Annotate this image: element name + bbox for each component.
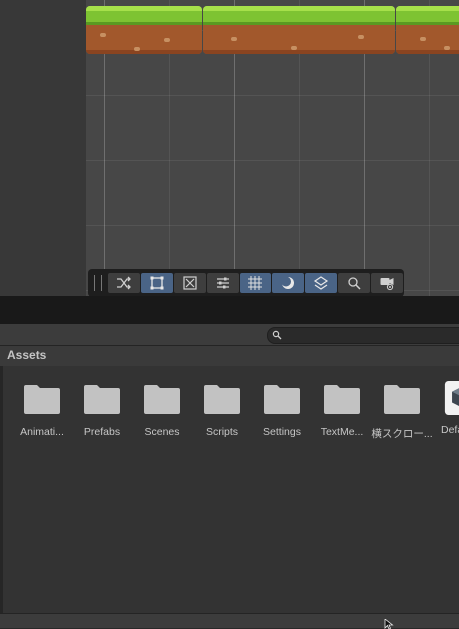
grid-snap-icon — [248, 276, 263, 290]
asset-folder-textmesh[interactable]: TextMe... — [310, 383, 374, 438]
folder-icon — [264, 385, 300, 414]
asset-label: Animati... — [20, 426, 64, 438]
sliders-icon — [216, 277, 229, 289]
asset-label: Settings — [263, 426, 301, 438]
asset-folder-side-scroll[interactable]: 横スクロー... — [370, 383, 434, 441]
rect-tool-button[interactable] — [140, 273, 173, 293]
asset-folder-scenes[interactable]: Scenes — [130, 383, 194, 438]
asset-folder-scripts[interactable]: Scripts — [190, 383, 254, 438]
asset-label: Scripts — [205, 426, 239, 438]
moon-icon — [281, 276, 295, 289]
drag-handle[interactable] — [94, 275, 102, 291]
search-icon — [272, 330, 282, 340]
assets-grid: Animati... Prefabs Scenes Scripts Settin… — [0, 366, 459, 613]
breadcrumb: Assets — [0, 346, 459, 366]
asset-label: Defa — [441, 424, 459, 436]
shuffle-icon — [116, 276, 131, 290]
folder-icon — [144, 385, 180, 414]
ground-tile[interactable] — [203, 6, 395, 54]
breadcrumb-assets[interactable]: Assets — [7, 348, 46, 362]
scene-view[interactable] — [86, 0, 459, 296]
layers-icon — [314, 276, 329, 290]
asset-folder-settings[interactable]: Settings — [250, 383, 314, 438]
camera-eye-icon — [380, 278, 394, 291]
project-toolbar — [0, 324, 459, 346]
search-icon — [348, 277, 361, 290]
shuffle-button[interactable] — [107, 273, 140, 293]
asset-folder-prefabs[interactable]: Prefabs — [70, 383, 134, 438]
ground-tile[interactable] — [86, 6, 202, 54]
ground-tile[interactable] — [396, 6, 459, 54]
transform-icon — [183, 276, 197, 290]
asset-folder-animation[interactable]: Animati... — [10, 383, 74, 438]
moon-button[interactable] — [272, 273, 305, 293]
asset-label: 横スクロー... — [371, 428, 433, 440]
search-button[interactable] — [338, 273, 371, 293]
left-panel-edge — [0, 366, 3, 627]
folder-icon — [384, 385, 420, 414]
transform-button[interactable] — [173, 273, 206, 293]
panel-divider — [0, 296, 459, 324]
asset-label: TextMe... — [320, 426, 364, 438]
layers-button[interactable] — [305, 273, 338, 293]
folder-icon — [324, 385, 360, 414]
folder-icon — [204, 385, 240, 414]
mouse-cursor-icon — [384, 619, 394, 629]
project-search-input[interactable] — [267, 327, 459, 344]
folder-icon — [24, 385, 60, 414]
asset-default-cube[interactable]: Defa — [430, 381, 459, 436]
camera-button[interactable] — [371, 273, 403, 293]
rect-tool-icon — [150, 276, 164, 290]
cube-asset-icon — [444, 381, 459, 415]
asset-label: Prefabs — [83, 426, 121, 438]
scene-tools-overlay — [88, 269, 404, 297]
scene-left-panel — [0, 0, 87, 296]
asset-label: Scenes — [144, 426, 180, 438]
folder-icon — [84, 385, 120, 414]
sliders-button[interactable] — [206, 273, 239, 293]
grid-snap-button[interactable] — [239, 273, 272, 293]
